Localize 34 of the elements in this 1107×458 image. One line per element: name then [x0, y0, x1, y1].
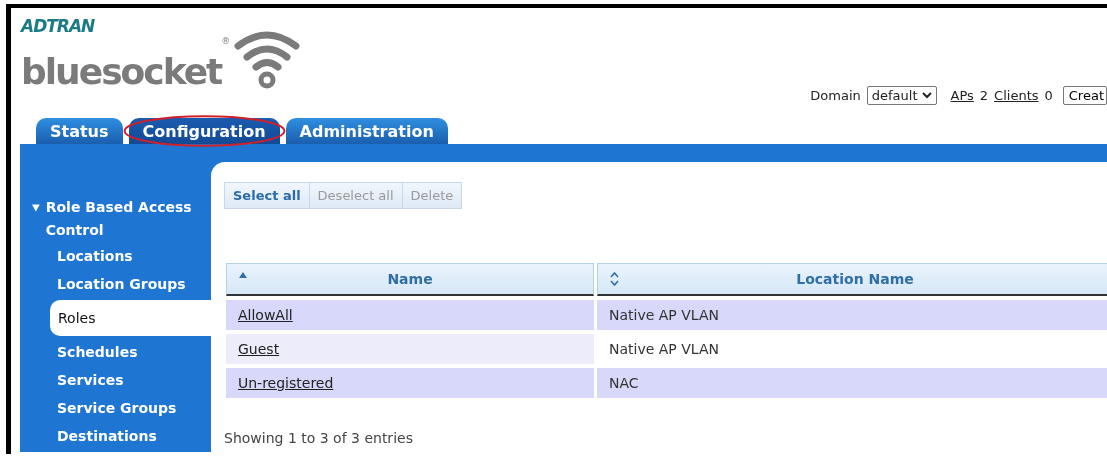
sidebar-item[interactable]: Service Groups — [20, 394, 211, 422]
nav-tab[interactable]: Status — [36, 118, 123, 144]
section-heading[interactable]: Role Based Access Control — [45, 196, 192, 242]
create-button[interactable]: Creat — [1062, 86, 1107, 105]
nav-tab[interactable]: Administration — [285, 118, 448, 144]
registered-mark: ® — [221, 36, 231, 46]
aps-link[interactable]: APs — [950, 88, 974, 103]
clients-link[interactable]: Clients — [994, 88, 1039, 103]
toolbar-button[interactable]: Select all — [225, 183, 310, 208]
sort-icon — [610, 272, 619, 286]
sidebar-item[interactable]: Locations — [20, 242, 211, 270]
wifi-icon — [232, 28, 303, 90]
sidebar-item[interactable]: Roles — [50, 300, 211, 336]
domain-dropdown[interactable]: default — [866, 86, 937, 105]
sort-ascending-icon — [239, 272, 247, 278]
table-cell: Native AP VLAN — [609, 341, 719, 357]
table-cell: Native AP VLAN — [609, 307, 719, 323]
sidebar-item[interactable]: Services — [20, 366, 211, 394]
column-header[interactable]: Location Name — [597, 263, 1107, 296]
clients-count: 0 — [1044, 88, 1053, 103]
table-cell: NAC — [609, 375, 639, 391]
role-link[interactable]: Un-registered — [238, 375, 334, 391]
chevron-down-icon — [921, 92, 932, 99]
role-link[interactable]: Guest — [238, 341, 280, 357]
column-header[interactable]: Name — [226, 263, 594, 296]
sidebar-item[interactable]: Destinations — [20, 422, 211, 450]
product-logo: bluesocket — [21, 54, 222, 90]
brand-logo: ADTRAN — [21, 16, 96, 36]
role-link[interactable]: AllowAll — [238, 307, 293, 323]
domain-label: Domain — [810, 88, 861, 103]
entries-info: Showing 1 to 3 of 3 entries — [224, 430, 413, 446]
sidebar-item[interactable]: Location Groups — [20, 270, 211, 298]
aps-count: 2 — [979, 88, 989, 103]
sidebar-item[interactable]: Schedules — [20, 338, 211, 366]
